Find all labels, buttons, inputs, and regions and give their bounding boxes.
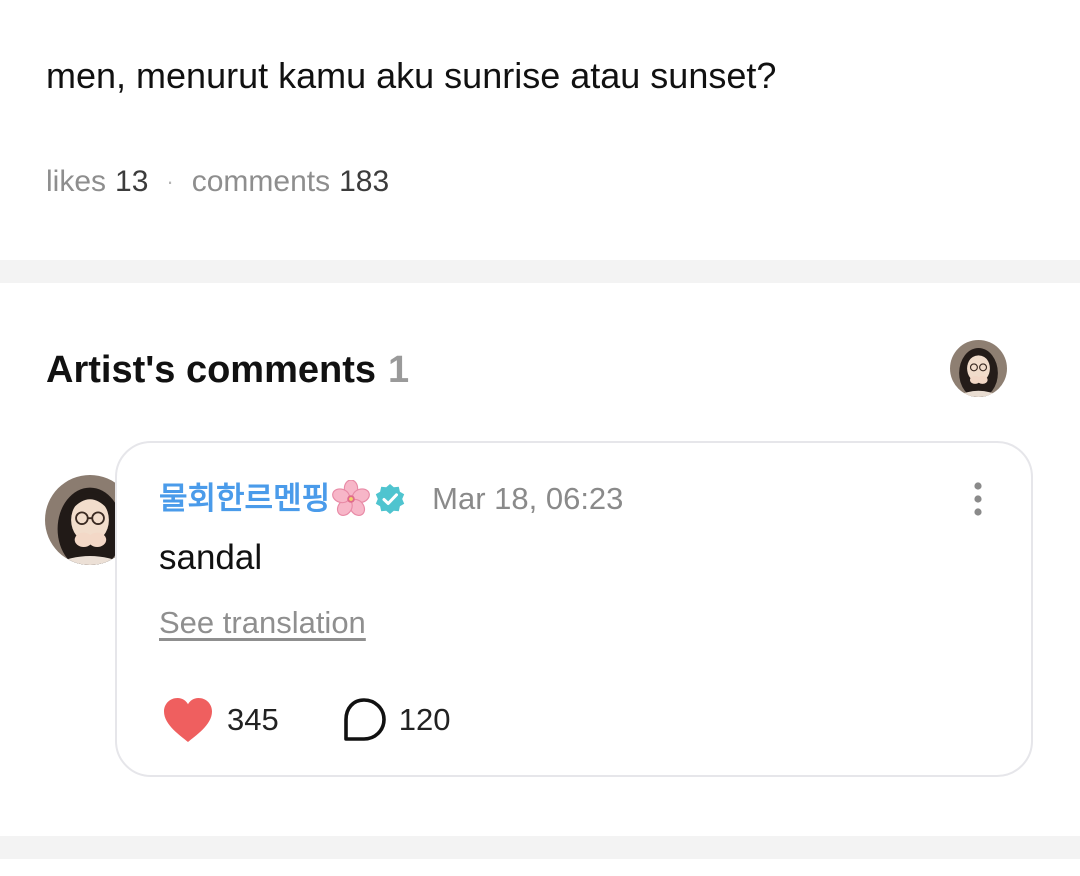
comment-text: sandal [159,538,263,577]
likes-label: likes [46,165,107,198]
like-count: 345 [227,702,279,737]
comments-count: 183 [339,165,390,198]
artist-comments-count: 1 [388,349,410,391]
comment-date: Mar 18, 06:23 [432,481,624,516]
stats-separator: · [166,169,174,194]
post-stats: likes 13 · comments 183 [46,162,389,202]
verified-badge-icon [374,483,406,515]
section-divider [0,260,1080,283]
artist-avatar-small[interactable] [950,340,1007,397]
more-options-button[interactable] [963,479,993,519]
post-text: men, menurut kamu aku sunrise atau sunse… [46,55,777,96]
section-divider-bottom [0,836,1080,859]
artist-comment-card: 물회한르멘핑 Mar 18, 06:23 sandal See translat… [115,441,1033,777]
post-body: men, menurut kamu aku sunrise atau sunse… [0,0,1080,260]
reply-button[interactable]: 120 [341,697,451,743]
comment-author-row: 물회한르멘핑 Mar 18, 06:23 [159,477,623,521]
comments-label: comments [191,165,331,198]
cherry-blossom-icon [332,479,371,518]
see-translation-link[interactable]: See translation [159,603,366,643]
artist-comments-header: Artist's comments 1 [46,346,409,394]
likes-count: 13 [115,165,149,198]
heart-icon [161,696,215,744]
more-vertical-icon [974,482,982,516]
comment-author-name[interactable]: 물회한르멘핑 [159,477,330,521]
artist-comments-title: Artist's comments [46,349,377,391]
comment-actions: 345 120 [161,695,450,745]
reply-count: 120 [398,702,451,737]
comment-bubble-icon [341,697,387,743]
like-button[interactable]: 345 [161,696,279,744]
